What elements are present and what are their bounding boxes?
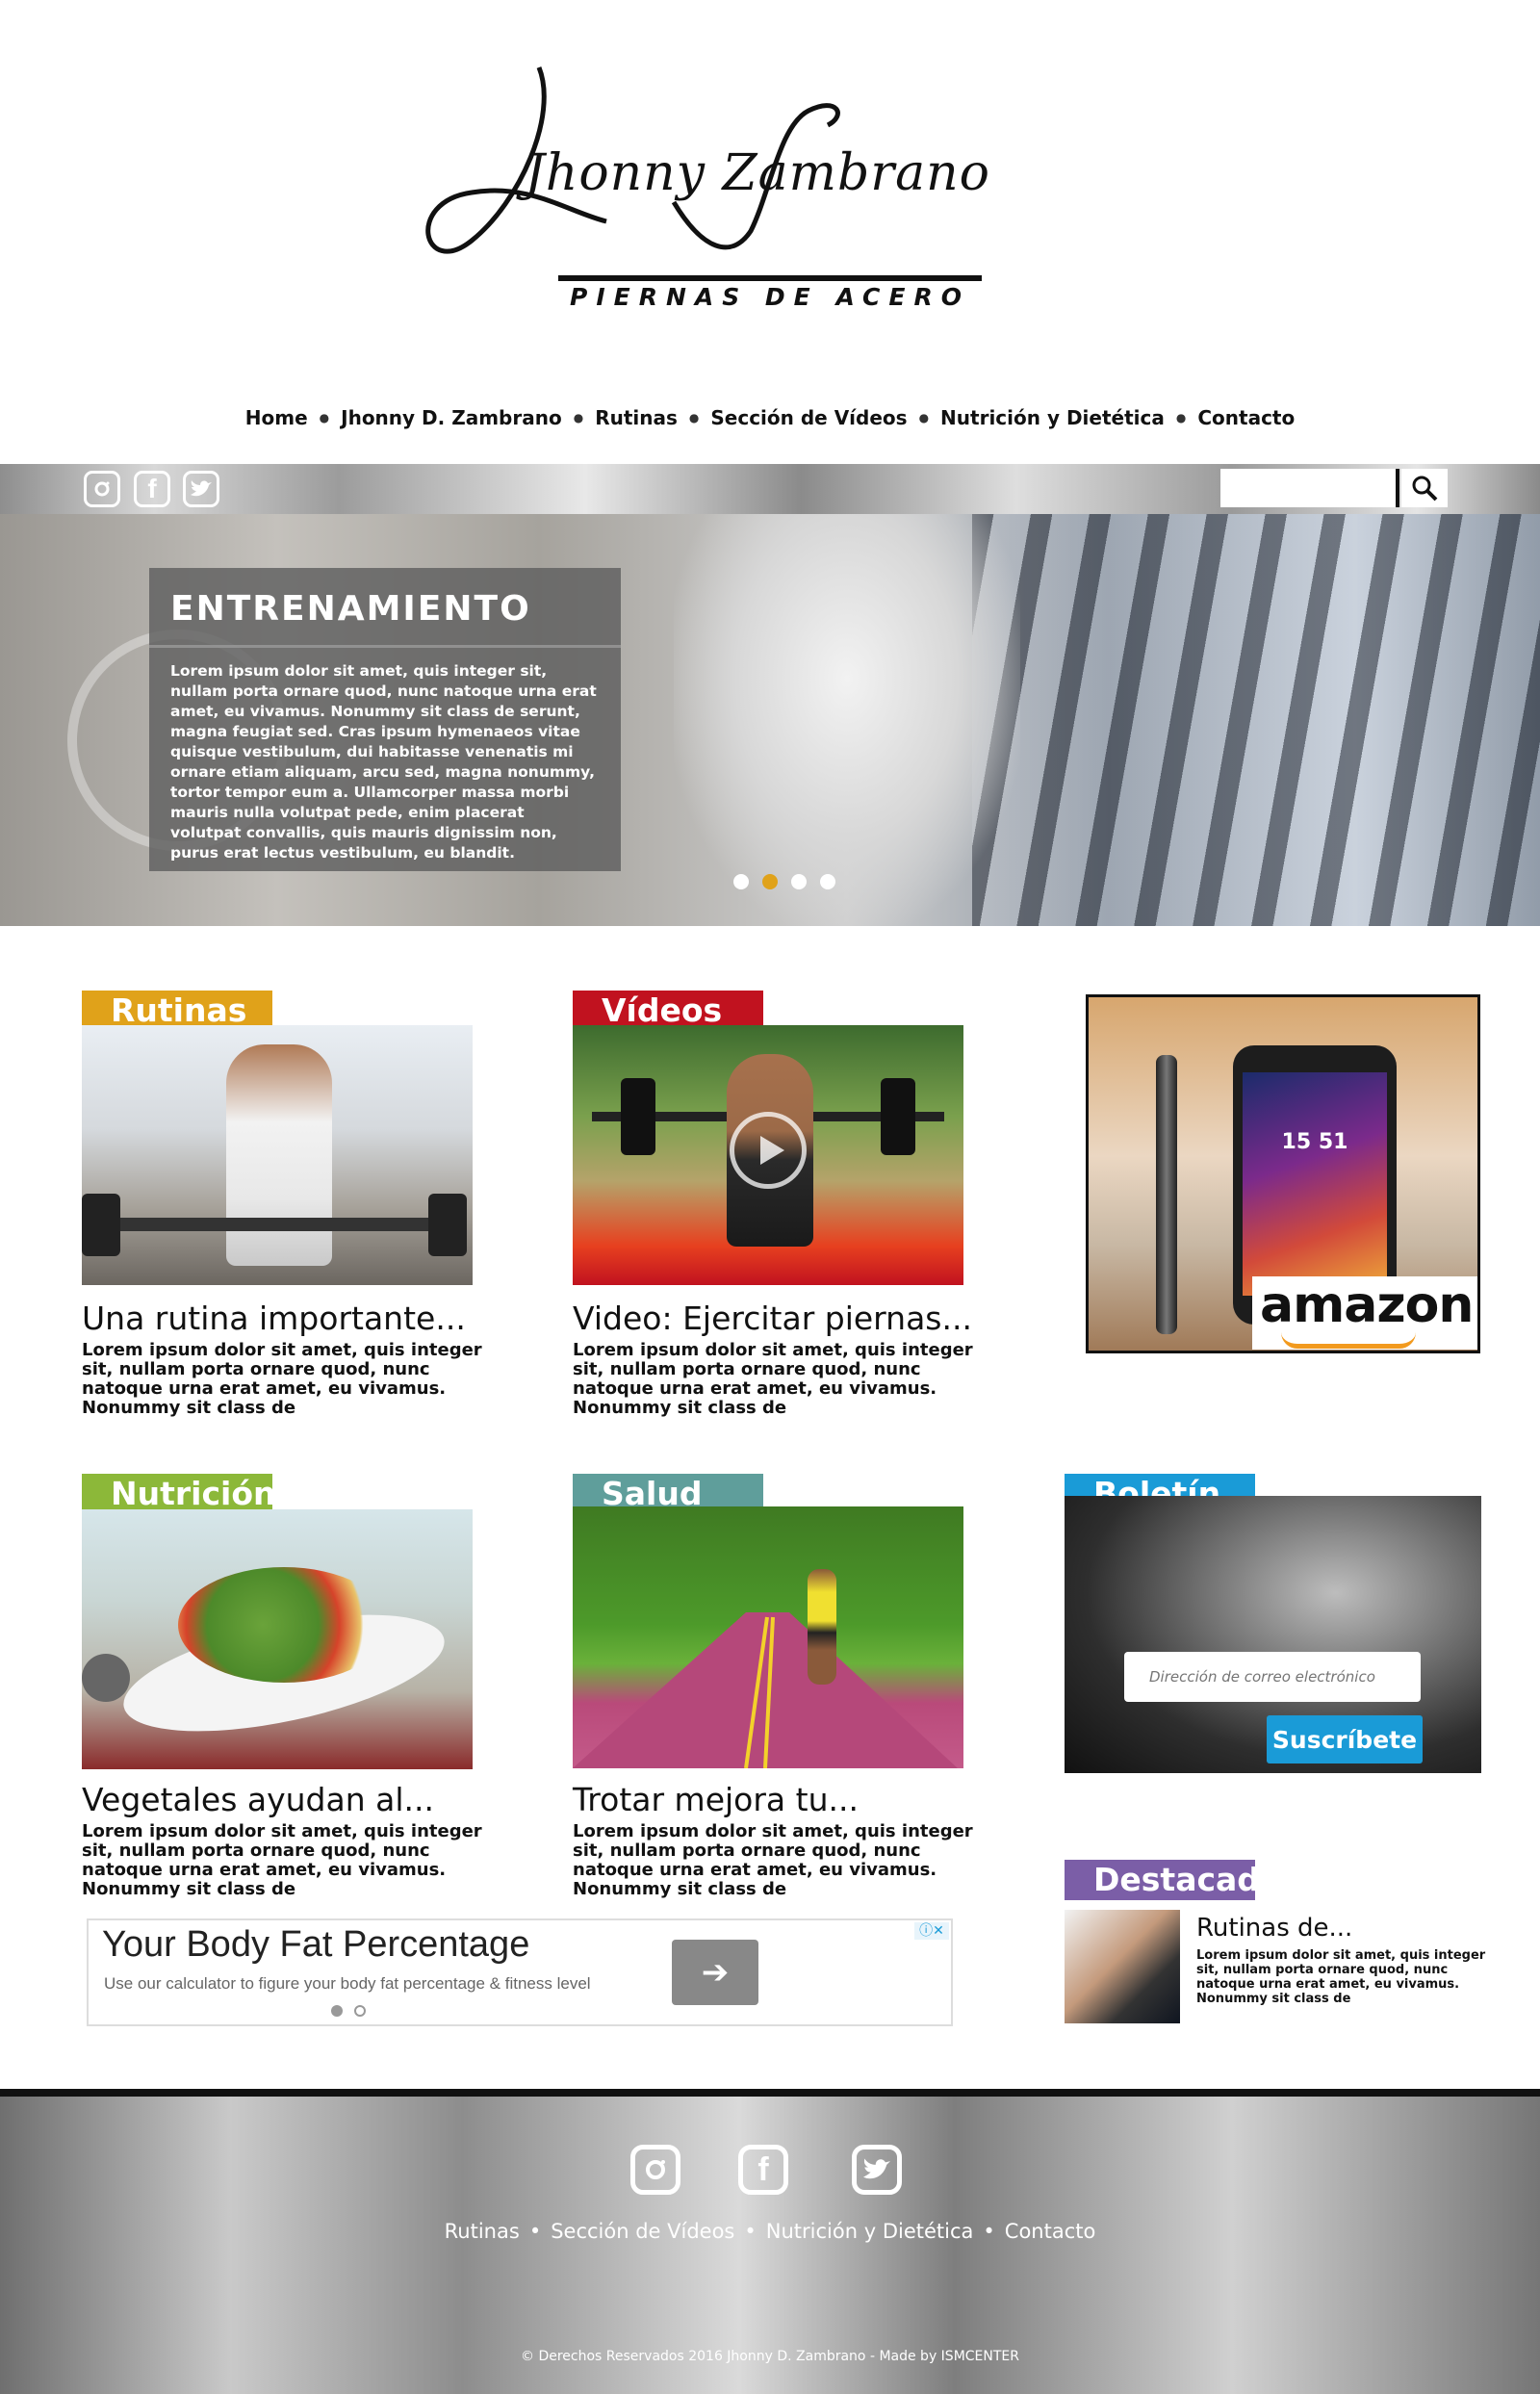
main-nav: Home ● Jhonny D. Zambrano ● Rutinas ● Se… [0,402,1540,433]
phone-side-image [1156,1055,1177,1334]
hero-text: Lorem ipsum dolor sit amet, quis integer… [170,662,597,862]
card-rutinas-image[interactable] [82,1025,473,1285]
nav-home[interactable]: Home [234,406,320,429]
card-rutinas-title[interactable]: Una rutina importante... [82,1300,466,1337]
ad-dot-1[interactable] [331,2005,343,2017]
nav-nutricion[interactable]: Nutrición y Dietética [929,406,1176,429]
nav-rutinas[interactable]: Rutinas [583,406,689,429]
facebook-icon[interactable]: f [134,471,170,507]
arrow-right-icon[interactable]: ➔ [672,1940,758,2005]
hero-title: ENTRENAMIENTO [149,568,621,648]
footer-nav-separator: • [528,2220,542,2243]
card-salud-image[interactable] [573,1506,963,1768]
ad-headline[interactable]: Your Body Fat Percentage [102,1924,529,1966]
search-input[interactable] [1220,469,1399,507]
footer-nav-rutinas[interactable]: Rutinas [435,2220,529,2243]
play-icon[interactable] [730,1112,807,1189]
card-videos-title[interactable]: Video: Ejercitar piernas... [573,1300,972,1337]
adchoices-close-icon[interactable]: ⓘ✕ [914,1922,949,1940]
amazon-logo: amazon [1252,1276,1477,1350]
tab-nutricion[interactable]: Nutrición [82,1474,276,1514]
amazon-ad[interactable]: 15 51 amazon [1086,994,1480,1353]
footer-nav-separator: • [983,2220,995,2243]
footer-nav-contacto[interactable]: Contacto [995,2220,1106,2243]
hero-caption-box: ENTRENAMIENTO Lorem ipsum dolor sit amet… [149,568,621,871]
card-videos-text: Lorem ipsum dolor sit amet, quis integer… [573,1340,973,1418]
nav-separator: ● [1175,411,1187,425]
nav-videos[interactable]: Sección de Vídeos [699,406,918,429]
search-icon [1412,476,1438,502]
card-videos-image[interactable] [573,1025,963,1285]
logo-tagline: PIERNAS DE ACERO [558,275,982,311]
card-nutricion-text: Lorem ipsum dolor sit amet, quis integer… [82,1821,482,1899]
ad-dot-2[interactable] [354,2005,366,2017]
footer-nav-videos[interactable]: Sección de Vídeos [541,2220,744,2243]
slider-dot-4[interactable] [820,874,835,889]
card-salud-text: Lorem ipsum dolor sit amet, quis integer… [573,1821,973,1899]
footer-nav-separator: • [744,2220,757,2243]
hero-dumbbells-image [972,514,1540,926]
slider-dot-2[interactable] [762,874,778,889]
subscribe-button[interactable]: Suscríbete [1267,1715,1423,1763]
hero-athlete-image [674,514,1020,926]
logo-name: Jhonny Zambrano [525,144,990,202]
featured-image[interactable] [1065,1910,1180,2023]
footer-facebook-icon[interactable]: f [738,2145,788,2195]
nav-separator: ● [918,411,930,425]
card-nutricion-title[interactable]: Vegetales ayudan al... [82,1781,434,1818]
featured-title[interactable]: Rutinas de... [1196,1914,1352,1943]
instagram-icon[interactable] [84,471,120,507]
phone-clock: 15 51 [1281,1130,1348,1154]
card-nutricion-image[interactable] [82,1509,473,1769]
slider-dots [733,874,835,889]
nav-jhonny[interactable]: Jhonny D. Zambrano [329,406,574,429]
email-field[interactable] [1124,1652,1421,1702]
amazon-smile-icon [1281,1332,1416,1349]
featured-text: Lorem ipsum dolor sit amet, quis integer… [1196,1948,1486,2006]
nav-contacto[interactable]: Contacto [1186,406,1306,429]
copyright: © Derechos Reservados 2016 Jhonny D. Zam… [521,2349,1019,2364]
nav-separator: ● [688,411,700,425]
slider-dot-3[interactable] [791,874,807,889]
footer-instagram-icon[interactable] [630,2145,680,2195]
amazon-logo-text: amazon [1260,1276,1474,1334]
footer-nav: Rutinas • Sección de Vídeos • Nutrición … [0,2220,1540,2243]
footer-twitter-icon[interactable] [852,2145,902,2195]
search-button[interactable] [1401,469,1448,507]
card-salud-title[interactable]: Trotar mejora tu... [573,1781,859,1818]
ad-subtext: Use our calculator to figure your body f… [104,1974,591,1993]
nav-separator: ● [319,411,330,425]
ad-banner[interactable]: Your Body Fat Percentage Use our calcula… [87,1918,953,2026]
site-logo[interactable]: Jhonny Zambrano PIERNAS DE ACERO [414,58,991,313]
tab-destacado: Destacado [1065,1860,1282,1900]
slider-dot-1[interactable] [733,874,749,889]
twitter-icon[interactable] [183,471,219,507]
nav-separator: ● [573,411,584,425]
card-rutinas-text: Lorem ipsum dolor sit amet, quis integer… [82,1340,482,1418]
footer-nav-nutricion[interactable]: Nutrición y Dietética [757,2220,984,2243]
